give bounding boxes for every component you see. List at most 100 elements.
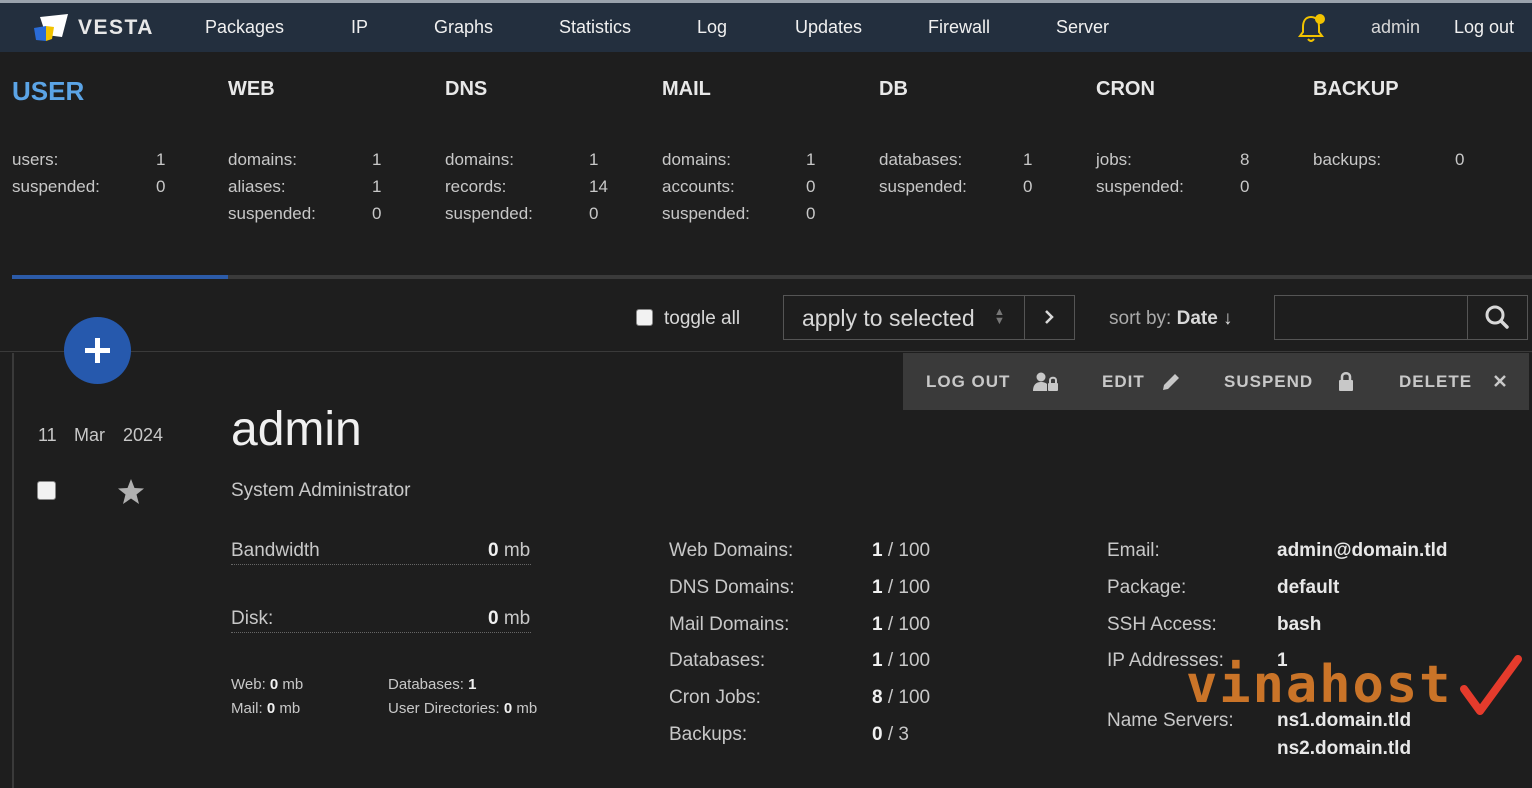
quota-used: 0 [872,724,883,745]
vesta-logo-icon [34,14,68,41]
quota-used: 1 [872,577,883,598]
stat-value: 0 [156,177,166,196]
stat-label: backups: [1313,150,1382,169]
created-day: 11 [38,425,57,445]
nav-ip[interactable]: IP [351,17,368,38]
toggle-all-label[interactable]: toggle all [664,308,740,330]
disk-mail-unit: mb [275,700,301,717]
nav-log[interactable]: Log [697,17,727,38]
watermark-text: vinahost [1186,655,1453,715]
nav-logout-link[interactable]: Log out [1454,17,1514,38]
stat-value: 1 [589,150,599,169]
quota-used: 8 [872,687,883,708]
nav-user-link[interactable]: admin [1371,17,1420,38]
quota-limit: / 3 [882,724,909,745]
info-label-ssh: SSH Access: [1107,614,1217,635]
add-user-button[interactable] [64,317,131,384]
quota-label: Web Domains: [669,540,794,561]
disk-label: Disk: [231,608,274,629]
plus-icon [85,338,110,363]
sort-by-control[interactable]: sort by: Date ↓ [1109,308,1233,330]
quota-value: 1 / 100 [872,540,930,562]
disk-value: 0 mb [488,608,530,630]
disk-amount: 0 [488,608,499,629]
list-left-border [12,353,14,788]
stat-value: 0 [806,204,816,223]
user-role: System Administrator [231,480,411,501]
stat-title-user: USER [12,76,85,106]
created-year: 2024 [123,425,164,445]
stat-title-mail: MAIL [662,78,711,100]
stat-label: records: [445,177,507,196]
row-select-checkbox[interactable] [37,481,56,500]
stat-label: suspended: [879,177,967,196]
stat-label: domains: [662,150,731,169]
created-month: Mar [74,425,105,445]
sort-field: Date ↓ [1176,308,1233,329]
disk-web-label: Web: [231,676,266,693]
stat-label: domains: [228,150,297,169]
apply-to-selected-select[interactable]: apply to selected ▲ ▼ [783,295,1025,340]
info-label-package: Package: [1107,577,1187,598]
tab-indicator-track [12,275,1532,279]
stat-title-cron: CRON [1096,78,1155,100]
apply-go-button[interactable] [1024,295,1075,340]
delete-button[interactable]: DELETE [1399,372,1472,392]
quota-used: 1 [872,650,883,671]
notifications-bell-icon[interactable] [1296,13,1328,50]
user-lock-icon [1033,372,1058,391]
info-value-ssh: bash [1277,614,1322,635]
stats-panel: USER users: 1 suspended: 0 WEB domains: 1 a… [0,52,1532,276]
pencil-icon [1163,374,1179,390]
quota-value: 0 / 3 [872,724,909,746]
star-icon[interactable] [116,477,146,512]
nav-updates[interactable]: Updates [795,17,862,38]
toggle-all-checkbox[interactable] [636,309,653,326]
stat-label: jobs: [1096,150,1132,169]
disk-databases-label: Databases: [388,676,464,693]
stat-value: 0 [1455,150,1465,169]
stat-label: users: [12,150,59,169]
vesta-logo[interactable]: VESTA [32,12,154,44]
nav-graphs[interactable]: Graphs [434,17,493,38]
nav-firewall[interactable]: Firewall [928,17,990,38]
stat-value: 0 [1023,177,1033,196]
stat-value: 1 [1023,150,1033,169]
quota-label: Databases: [669,650,766,671]
stat-value: 14 [589,177,608,196]
nav-server[interactable]: Server [1056,17,1109,38]
stat-label: suspended: [1096,177,1184,196]
nav-statistics[interactable]: Statistics [559,17,631,38]
list-toolbar: toggle all apply to selected ▲ ▼ sort by:… [0,280,1532,352]
stat-value: 1 [806,150,816,169]
quota-label: Cron Jobs: [669,687,761,708]
disk-databases-amount: 1 [468,676,477,693]
nav-packages[interactable]: Packages [205,17,284,38]
chevron-right-icon [1045,310,1054,324]
disk-userdirs-unit: mb [512,700,538,717]
quota-used: 1 [872,614,883,635]
info-value-ns2: ns2.domain.tld [1277,738,1412,759]
suspend-button[interactable]: SUSPEND [1224,372,1313,392]
stat-label: databases: [879,150,963,169]
quota-limit: / 100 [882,614,931,635]
logout-as-user-button[interactable]: LOG OUT [926,372,1010,392]
quota-value: 1 / 100 [872,614,930,636]
search-button[interactable] [1467,295,1528,340]
disk-web-unit: mb [278,676,304,693]
quota-used: 1 [872,540,883,561]
quota-limit: / 100 [882,687,931,708]
stat-title-web: WEB [228,78,275,100]
stat-label: suspended: [445,204,533,223]
disk-databases-usage: Databases: 1 [388,676,476,693]
row-actions-bar: LOG OUT EDIT SUSPEND DELETE [903,353,1529,410]
quota-limit: / 100 [882,577,931,598]
stat-value: 0 [372,204,382,223]
quota-value: 1 / 100 [872,577,930,599]
user-name[interactable]: admin [231,402,362,457]
disk-userdirs-label: User Directories: [388,700,500,717]
search-input[interactable] [1274,295,1468,340]
quota-label: Mail Domains: [669,614,790,635]
edit-button[interactable]: EDIT [1102,372,1145,392]
stat-label: aliases: [228,177,286,196]
